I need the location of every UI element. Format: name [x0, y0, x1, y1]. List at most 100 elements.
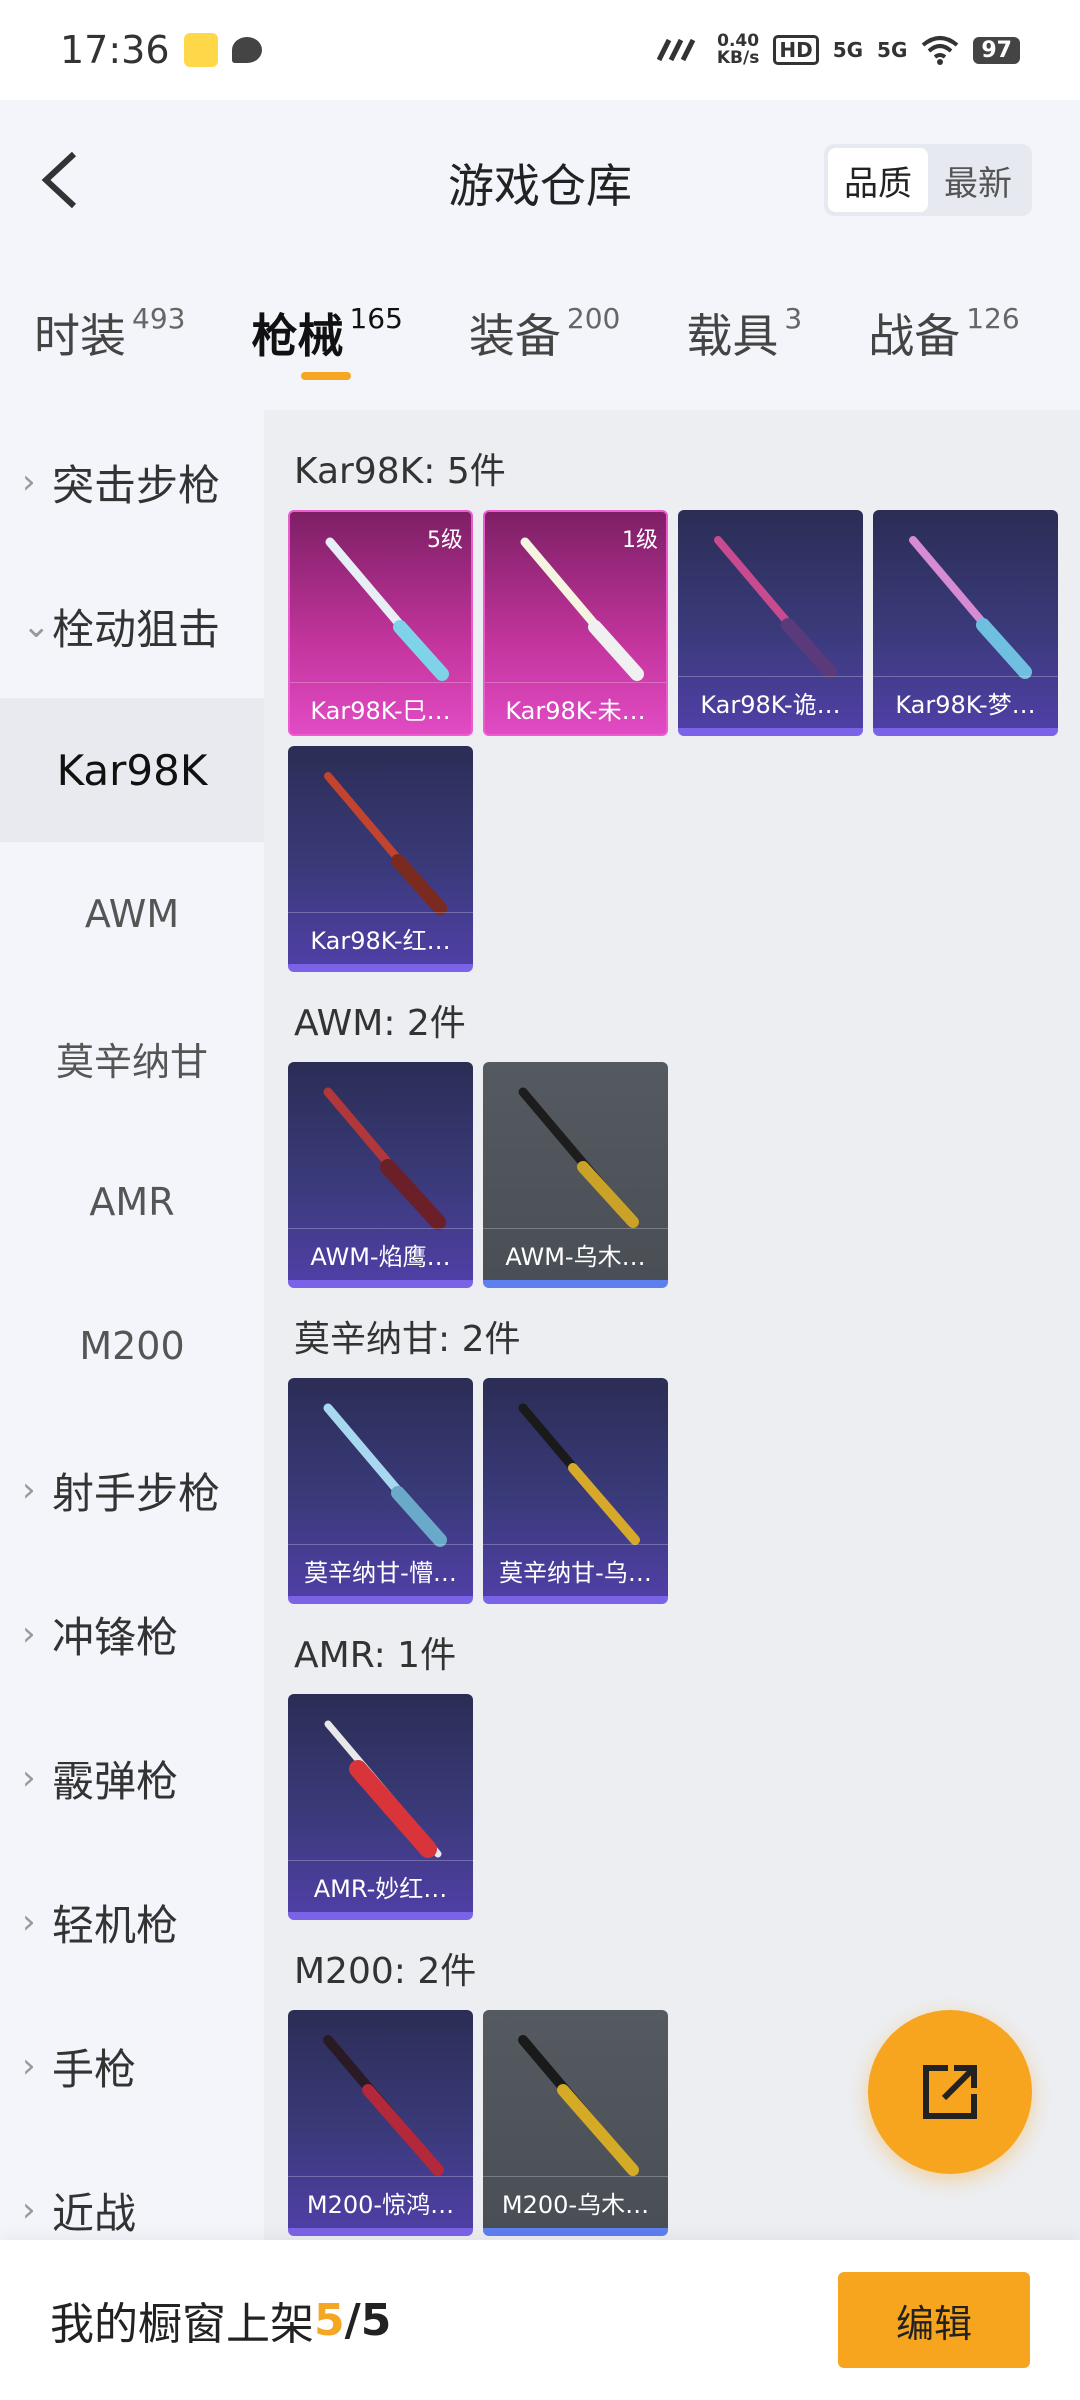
- category-tabs: 时装 493 枪械 165 装备 200 载具 3 战备 126: [0, 260, 1080, 410]
- tab-fashion[interactable]: 时装 493: [34, 260, 185, 366]
- skin-card[interactable]: AWM-乌木…: [483, 1062, 668, 1288]
- share-button[interactable]: [868, 2010, 1032, 2174]
- rifle-image: [520, 537, 644, 681]
- sidebar-item-label: 手枪: [52, 2044, 137, 2094]
- tab-count: 165: [349, 302, 403, 335]
- tab-count: 493: [132, 302, 186, 335]
- sidebar-item-lmg[interactable]: › 轻机枪: [0, 1850, 264, 1994]
- network-speed-icon: [656, 38, 696, 62]
- sort-newest-button[interactable]: 最新: [928, 148, 1028, 212]
- skin-grid: AMR-妙红…: [288, 1694, 1080, 1920]
- rifle-image: [324, 772, 447, 915]
- skin-name: 莫辛纳甘-懵…: [288, 1544, 473, 1596]
- sidebar-item-smg[interactable]: › 冲锋枪: [0, 1562, 264, 1706]
- status-bar: 17:36 0.40 KB/s HD 5G 5G 97: [0, 0, 1080, 100]
- sidebar-item-label: 霰弹枪: [52, 1756, 179, 1806]
- chevron-right-icon: ›: [22, 1614, 36, 1654]
- rifle-image: [909, 536, 1032, 679]
- message-icon: [231, 37, 262, 63]
- group-title-awm: AWM: 2件: [294, 1003, 466, 1044]
- signal-icon-2: 5G: [877, 38, 908, 62]
- chevron-right-icon: ›: [22, 1902, 36, 1942]
- hd-icon: HD: [773, 35, 819, 65]
- tab-label: 装备: [468, 309, 561, 363]
- skin-name: M200-惊鸿…: [288, 2176, 473, 2228]
- sidebar-item-label: 栓动狙击: [52, 604, 221, 654]
- tab-label: 时装: [34, 309, 126, 363]
- skin-name: AMR-妙红…: [288, 1860, 473, 1912]
- skin-grid: 莫辛纳甘-懵… 莫辛纳甘-乌…: [288, 1378, 1080, 1604]
- showcase-separator: /: [344, 2294, 361, 2346]
- skin-name: M200-乌木…: [483, 2176, 668, 2228]
- chevron-right-icon: ›: [22, 2046, 36, 2086]
- sidebar-item-marksman-rifle[interactable]: › 射手步枪: [0, 1418, 264, 1562]
- sidebar-item-pistol[interactable]: › 手枪: [0, 1994, 264, 2138]
- skin-card[interactable]: 1级 Kar98K-未…: [483, 510, 668, 736]
- tab-supplies[interactable]: 战备 126: [868, 260, 1019, 366]
- sidebar-sub-m200[interactable]: M200: [0, 1274, 264, 1418]
- sidebar-item-label: 射手步枪: [52, 1468, 221, 1518]
- rifle-image: [518, 2035, 639, 2176]
- rifle-image: [714, 536, 837, 679]
- sidebar-item-label: 冲锋枪: [52, 1612, 179, 1662]
- sidebar-item-label: 近战: [52, 2188, 137, 2238]
- rifle-image: [323, 1087, 446, 1230]
- sidebar-sub-mosin[interactable]: 莫辛纳甘: [0, 986, 264, 1130]
- skin-card[interactable]: M200-乌木…: [483, 2010, 668, 2236]
- rifle-image: [518, 1087, 639, 1228]
- sidebar-item-shotgun[interactable]: › 霰弹枪: [0, 1706, 264, 1850]
- sidebar-sub-amr[interactable]: AMR: [0, 1130, 264, 1274]
- sidebar-sub-kar98k[interactable]: Kar98K: [0, 698, 264, 842]
- group-title-m200: M200: 2件: [294, 1951, 477, 1992]
- skin-name: AWM-焰鹰…: [288, 1228, 473, 1280]
- edit-button[interactable]: 编辑: [838, 2272, 1030, 2368]
- active-tab-indicator: [301, 372, 352, 380]
- skin-card[interactable]: 5级 Kar98K-巳…: [288, 510, 473, 736]
- app-notification-icon: [183, 33, 218, 67]
- skin-card[interactable]: M200-惊鸿…: [288, 2010, 473, 2236]
- battery-icon: 97: [973, 36, 1020, 64]
- skin-card[interactable]: 莫辛纳甘-乌…: [483, 1378, 668, 1604]
- tab-equipment[interactable]: 装备 200: [469, 260, 620, 366]
- group-title-mosin: 莫辛纳甘: 2件: [294, 1319, 521, 1360]
- chevron-right-icon: ›: [22, 1758, 36, 1798]
- tab-label: 载具: [686, 309, 779, 363]
- sidebar-item-bolt-sniper[interactable]: ⌄ 栓动狙击: [0, 554, 264, 698]
- chevron-down-icon: ⌄: [22, 606, 51, 646]
- tab-vehicles[interactable]: 载具 3: [686, 260, 802, 366]
- tab-count: 200: [566, 302, 621, 335]
- rifle-image: [325, 537, 449, 681]
- rifle-image: [324, 1720, 442, 1858]
- skin-name: Kar98K-梦…: [873, 676, 1058, 728]
- skin-name: Kar98K-巳…: [290, 682, 471, 734]
- rifle-image: [323, 2035, 444, 2176]
- sort-quality-button[interactable]: 品质: [828, 148, 928, 212]
- tab-count: 3: [784, 302, 803, 335]
- group-title-kar98k: Kar98K: 5件: [294, 451, 506, 492]
- sidebar-sub-awm[interactable]: AWM: [0, 842, 264, 986]
- rifle-image: [518, 1403, 640, 1545]
- share-icon: [923, 2065, 977, 2119]
- status-indicators: 0.40 KB/s HD 5G 5G 97: [656, 33, 1020, 67]
- weapon-skin-list: Kar98K: 5件 5级 Kar98K-巳… 1级 Kar98K-未… Kar…: [264, 410, 1080, 2240]
- chevron-right-icon: ›: [22, 462, 36, 502]
- sort-toggle: 品质 最新: [824, 144, 1032, 216]
- showcase-max-count: 5: [360, 2294, 392, 2346]
- sidebar-item-assault-rifle[interactable]: › 突击步枪: [0, 410, 264, 554]
- skin-card[interactable]: 莫辛纳甘-懵…: [288, 1378, 473, 1604]
- tab-firearms[interactable]: 枪械 165: [251, 260, 403, 380]
- skin-name: 莫辛纳甘-乌…: [483, 1544, 668, 1596]
- skin-card[interactable]: Kar98K-梦…: [873, 510, 1058, 736]
- skin-card[interactable]: AMR-妙红…: [288, 1694, 473, 1920]
- skin-name: AWM-乌木…: [483, 1228, 668, 1280]
- skin-card[interactable]: AWM-焰鹰…: [288, 1062, 473, 1288]
- wifi-icon: [922, 36, 959, 65]
- skin-name: Kar98K-诡…: [678, 676, 863, 728]
- skin-grid: AWM-焰鹰… AWM-乌木…: [288, 1062, 1080, 1288]
- group-title-amr: AMR: 1件: [294, 1635, 457, 1676]
- skin-card[interactable]: Kar98K-诡…: [678, 510, 863, 736]
- skin-grid: 5级 Kar98K-巳… 1级 Kar98K-未… Kar98K-诡… Kar9…: [288, 510, 1080, 972]
- skin-card[interactable]: Kar98K-红…: [288, 746, 473, 972]
- sidebar-item-melee[interactable]: › 近战: [0, 2138, 264, 2240]
- skin-name: Kar98K-红…: [288, 912, 473, 964]
